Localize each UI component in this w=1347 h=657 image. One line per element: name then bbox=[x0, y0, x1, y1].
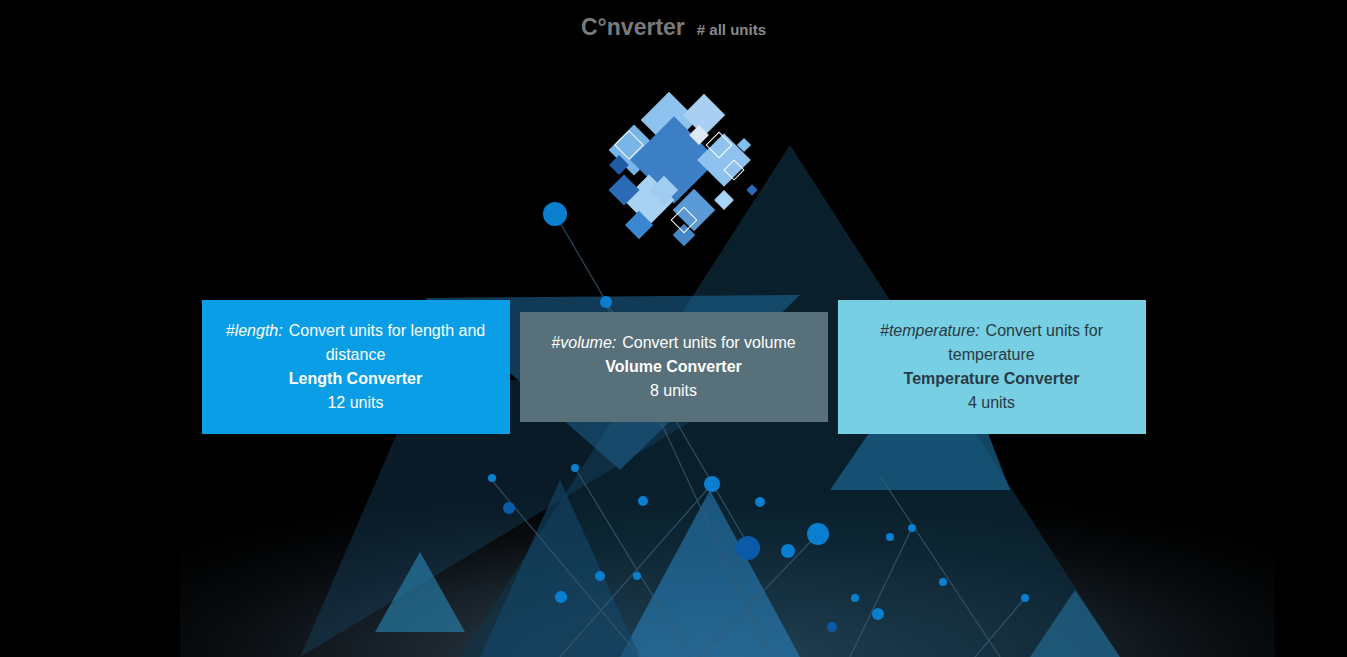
diamond-logo-icon bbox=[574, 60, 774, 260]
card-description-line: #volume: Convert units for volume bbox=[536, 331, 812, 355]
card-description: Convert units for volume bbox=[622, 334, 795, 351]
app-title: C°nverter bbox=[581, 14, 685, 41]
card-description: Convert units for length and distance bbox=[289, 322, 486, 363]
card-count: 4 units bbox=[854, 391, 1130, 415]
card-tag: #temperature: bbox=[880, 322, 980, 339]
converter-card[interactable]: #temperature:Convert units for temperatu… bbox=[838, 300, 1146, 434]
header: C°nverter # all units bbox=[581, 0, 766, 44]
card-title: Volume Converter bbox=[536, 355, 812, 379]
card-tag: #length: bbox=[226, 322, 283, 339]
converter-card[interactable]: #length: Convert units for length and dis… bbox=[202, 300, 510, 434]
converter-cards: #length: Convert units for length and dis… bbox=[202, 300, 1146, 434]
card-count: 8 units bbox=[536, 379, 812, 403]
card-count: 12 units bbox=[218, 391, 494, 415]
card-title: Temperature Converter bbox=[854, 367, 1130, 391]
card-description-line: #length: Convert units for length and dis… bbox=[218, 319, 494, 367]
app-subtitle: # all units bbox=[697, 21, 766, 38]
card-description-line: #temperature:Convert units for temperatu… bbox=[854, 319, 1130, 367]
converter-card[interactable]: #volume: Convert units for volume Volume C… bbox=[520, 312, 828, 422]
card-title: Length Converter bbox=[218, 367, 494, 391]
card-tag: #volume: bbox=[551, 334, 616, 351]
